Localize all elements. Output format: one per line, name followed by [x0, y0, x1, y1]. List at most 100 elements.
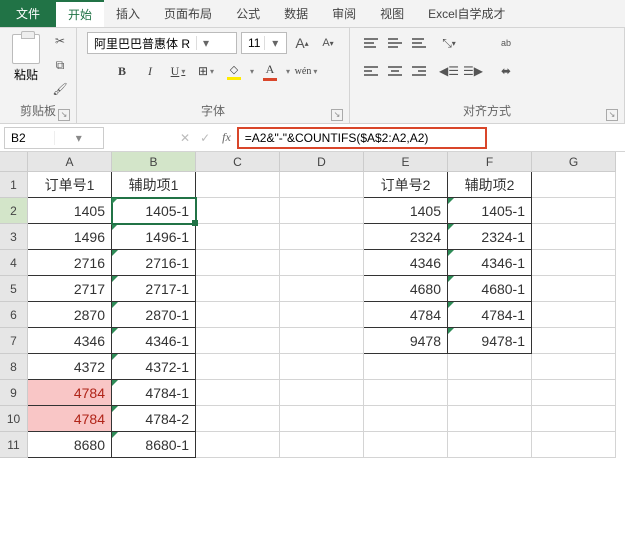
cell-A5[interactable]: 2717 — [28, 276, 112, 302]
cell-B8[interactable]: 4372-1 — [112, 354, 196, 380]
row-header-7[interactable]: 7 — [0, 328, 28, 354]
paste-label[interactable]: 粘贴 — [14, 66, 38, 83]
cell-A11[interactable]: 8680 — [28, 432, 112, 458]
copy-icon[interactable]: ⧉ — [50, 56, 70, 74]
cell-E10[interactable] — [364, 406, 448, 432]
cell-F6[interactable]: 4784-1 — [448, 302, 532, 328]
row-header-3[interactable]: 3 — [0, 224, 28, 250]
cell-G2[interactable] — [532, 198, 616, 224]
cell-C3[interactable] — [196, 224, 280, 250]
fill-handle[interactable] — [192, 220, 198, 226]
cell-E4[interactable]: 4346 — [364, 250, 448, 276]
cell-E2[interactable]: 1405 — [364, 198, 448, 224]
cell-E11[interactable] — [364, 432, 448, 458]
cell-D2[interactable] — [280, 198, 364, 224]
align-bottom-button[interactable] — [408, 32, 430, 54]
font-dialog-launcher[interactable]: ↘ — [331, 109, 343, 121]
row-header-11[interactable]: 11 — [0, 432, 28, 458]
cell-C4[interactable] — [196, 250, 280, 276]
tab-data[interactable]: 数据 — [272, 0, 320, 27]
align-top-button[interactable] — [360, 32, 382, 54]
format-painter-icon[interactable]: 🖌 — [50, 80, 70, 98]
increase-indent-button[interactable]: ☰▶ — [462, 60, 484, 82]
align-left-button[interactable] — [360, 60, 382, 82]
worksheet-grid[interactable]: A B C D E F G 1 订单号1 辅助项1 订单号2 辅助项2 2 14… — [0, 152, 625, 458]
align-right-button[interactable] — [408, 60, 430, 82]
chevron-down-icon[interactable]: ▾ — [54, 131, 104, 145]
cell-C8[interactable] — [196, 354, 280, 380]
cell-A4[interactable]: 2716 — [28, 250, 112, 276]
cell-C7[interactable] — [196, 328, 280, 354]
font-color-button[interactable]: A — [258, 60, 282, 82]
cell-G1[interactable] — [532, 172, 616, 198]
cell-D10[interactable] — [280, 406, 364, 432]
col-header-E[interactable]: E — [364, 152, 448, 172]
cell-B6[interactable]: 2870-1 — [112, 302, 196, 328]
cell-C6[interactable] — [196, 302, 280, 328]
cell-G4[interactable] — [532, 250, 616, 276]
select-all-corner[interactable] — [0, 152, 28, 172]
col-header-F[interactable]: F — [448, 152, 532, 172]
cell-F8[interactable] — [448, 354, 532, 380]
border-button[interactable]: ⊞▾ — [194, 60, 218, 82]
chevron-down-icon[interactable]: ▾ — [264, 36, 287, 50]
cell-F4[interactable]: 4346-1 — [448, 250, 532, 276]
cell-G7[interactable] — [532, 328, 616, 354]
cell-C9[interactable] — [196, 380, 280, 406]
fx-icon[interactable]: fx — [216, 130, 237, 145]
cell-C10[interactable] — [196, 406, 280, 432]
italic-button[interactable]: I — [138, 60, 162, 82]
cell-A7[interactable]: 4346 — [28, 328, 112, 354]
row-header-6[interactable]: 6 — [0, 302, 28, 328]
cell-G6[interactable] — [532, 302, 616, 328]
cell-G3[interactable] — [532, 224, 616, 250]
align-middle-button[interactable] — [384, 32, 406, 54]
cell-E7[interactable]: 9478 — [364, 328, 448, 354]
cell-A2[interactable]: 1405 — [28, 198, 112, 224]
cell-F3[interactable]: 2324-1 — [448, 224, 532, 250]
cell-B5[interactable]: 2717-1 — [112, 276, 196, 302]
cell-B11[interactable]: 8680-1 — [112, 432, 196, 458]
cut-icon[interactable]: ✂ — [50, 32, 70, 50]
cell-B10[interactable]: 4784-2 — [112, 406, 196, 432]
col-header-B[interactable]: B — [112, 152, 196, 172]
col-header-C[interactable]: C — [196, 152, 280, 172]
tab-custom[interactable]: Excel自学成才 — [416, 0, 517, 27]
cell-F9[interactable] — [448, 380, 532, 406]
cell-D7[interactable] — [280, 328, 364, 354]
bold-button[interactable]: B — [110, 60, 134, 82]
col-header-A[interactable]: A — [28, 152, 112, 172]
merge-button[interactable]: ⬌ — [492, 60, 520, 82]
orientation-button[interactable]: ⤡▾ — [438, 32, 460, 54]
cell-C2[interactable] — [196, 198, 280, 224]
cell-E6[interactable]: 4784 — [364, 302, 448, 328]
cell-E8[interactable] — [364, 354, 448, 380]
cell-F5[interactable]: 4680-1 — [448, 276, 532, 302]
align-center-button[interactable] — [384, 60, 406, 82]
shrink-font-button[interactable]: A▾ — [317, 32, 339, 54]
wrap-text-button[interactable]: ab — [492, 32, 520, 54]
cancel-formula-icon[interactable]: ✕ — [180, 131, 190, 145]
cell-B9[interactable]: 4784-1 — [112, 380, 196, 406]
col-header-G[interactable]: G — [532, 152, 616, 172]
tab-page-layout[interactable]: 页面布局 — [152, 0, 224, 27]
cell-B3[interactable]: 1496-1 — [112, 224, 196, 250]
cell-A9[interactable]: 4784 — [28, 380, 112, 406]
phonetic-button[interactable]: wén▾ — [294, 60, 318, 82]
cell-A3[interactable]: 1496 — [28, 224, 112, 250]
row-header-1[interactable]: 1 — [0, 172, 28, 198]
cell-A8[interactable]: 4372 — [28, 354, 112, 380]
row-header-5[interactable]: 5 — [0, 276, 28, 302]
cell-A1[interactable]: 订单号1 — [28, 172, 112, 198]
fill-color-button[interactable]: ◇ — [222, 60, 246, 82]
chevron-down-icon[interactable]: ▾ — [196, 36, 210, 50]
cell-D11[interactable] — [280, 432, 364, 458]
cell-D9[interactable] — [280, 380, 364, 406]
alignment-dialog-launcher[interactable]: ↘ — [606, 109, 618, 121]
cell-D4[interactable] — [280, 250, 364, 276]
cell-E3[interactable]: 2324 — [364, 224, 448, 250]
cell-B1[interactable]: 辅助项1 — [112, 172, 196, 198]
cell-B7[interactable]: 4346-1 — [112, 328, 196, 354]
cell-F10[interactable] — [448, 406, 532, 432]
cell-G10[interactable] — [532, 406, 616, 432]
